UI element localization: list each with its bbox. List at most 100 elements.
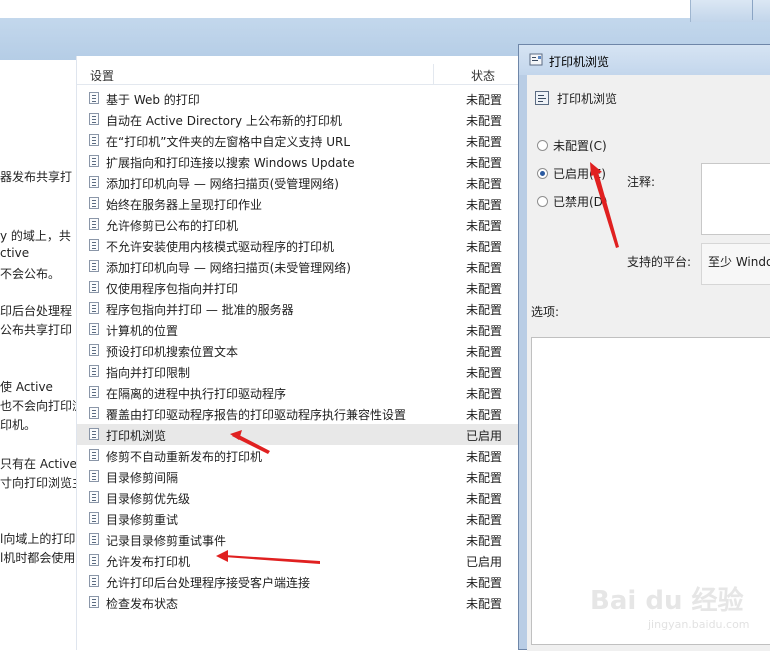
policy-setting-icon <box>89 554 99 566</box>
policy-row[interactable]: 修剪不自动重新发布的打印机 未配置 <box>77 445 521 466</box>
policy-icon <box>529 53 543 66</box>
policy-row[interactable]: 添加打印机向导 — 网络扫描页(受管理网络) 未配置 <box>77 172 521 193</box>
policy-row-name: 检查发布状态 <box>106 597 179 611</box>
baidu-watermark: Bai du 经验 jingyan.baidu.com <box>588 580 770 650</box>
radio-not-configured[interactable]: 未配置(C) <box>537 137 607 155</box>
red-arrow-allow-publish <box>216 550 320 564</box>
policy-setting-icon <box>89 197 99 209</box>
policy-row-status: 未配置 <box>466 324 503 338</box>
description-line: 器发布共享打 <box>0 170 73 184</box>
policy-row-name: 允许发布打印机 <box>106 555 191 569</box>
policy-row[interactable]: 始终在服务器上呈现打印作业 未配置 <box>77 193 521 214</box>
policy-row[interactable]: 基于 Web 的打印 未配置 <box>77 88 521 109</box>
policy-row[interactable]: 目录修剪优先级 未配置 <box>77 487 521 508</box>
policy-row-name: 计算机的位置 <box>106 324 179 338</box>
description-line: 也不会向打印浏 <box>0 399 76 413</box>
policy-row[interactable]: 程序包指向并打印 — 批准的服务器 未配置 <box>77 298 521 319</box>
policy-setting-icon <box>89 344 99 356</box>
policy-row-status: 未配置 <box>466 135 503 149</box>
policy-row[interactable]: 允许打印后台处理程序接受客户端连接 未配置 <box>77 571 521 592</box>
policy-row-status: 未配置 <box>466 303 503 317</box>
description-line: 使 Active <box>0 380 53 394</box>
policy-row[interactable]: 记录目录修剪重试事件 未配置 <box>77 529 521 550</box>
column-header-setting[interactable]: 设置 <box>90 67 114 84</box>
policy-row[interactable]: 目录修剪重试 未配置 <box>77 508 521 529</box>
policy-row-name: 预设打印机搜索位置文本 <box>106 345 239 359</box>
radio-enabled-circle[interactable] <box>537 168 548 179</box>
policy-row-name: 在“打印机”文件夹的左窗格中自定义支持 URL <box>106 135 351 149</box>
policy-setting-icon <box>89 239 99 251</box>
policy-setting-icon <box>89 92 99 104</box>
policy-row[interactable]: 目录修剪间隔 未配置 <box>77 466 521 487</box>
policy-setting-icon <box>89 428 99 440</box>
policy-row[interactable]: 仅使用程序包指向并打印 未配置 <box>77 277 521 298</box>
supported-platform-label: 支持的平台: <box>627 255 692 269</box>
setting-policy-icon <box>535 91 549 105</box>
policy-row-name: 始终在服务器上呈现打印作业 <box>106 198 263 212</box>
policy-row[interactable]: 覆盖由打印驱动程序报告的打印驱动程序执行兼容性设置 未配置 <box>77 403 521 424</box>
policy-row-status: 未配置 <box>466 366 503 380</box>
description-line: y 的域上，共 <box>0 229 71 243</box>
policy-setting-icon <box>89 302 99 314</box>
policy-row[interactable]: 扩展指向和打印连接以搜索 Windows Update 未配置 <box>77 151 521 172</box>
column-divider[interactable] <box>433 64 434 84</box>
policy-row[interactable]: 允许修剪已公布的打印机 未配置 <box>77 214 521 235</box>
description-line: 印后台处理程 <box>0 304 73 318</box>
radio-not-configured-label[interactable]: 未配置(C) <box>553 139 607 153</box>
policy-row-name: 扩展指向和打印连接以搜索 Windows Update <box>106 156 355 170</box>
background-window-divider <box>752 0 753 20</box>
policy-row-status: 未配置 <box>466 450 503 464</box>
policy-row-status: 未配置 <box>466 93 503 107</box>
policy-row[interactable]: 自动在 Active Directory 上公布新的打印机 未配置 <box>77 109 521 130</box>
policy-row-status: 未配置 <box>466 534 503 548</box>
policy-setting-icon <box>89 575 99 587</box>
description-line: 印机。 <box>0 418 37 432</box>
description-line: ctive <box>0 246 30 260</box>
policy-setting-icon <box>89 260 99 272</box>
policy-row-name: 指向并打印限制 <box>106 366 191 380</box>
policy-row[interactable]: 检查发布状态 未配置 <box>77 592 521 613</box>
policy-row-status: 未配置 <box>466 492 503 506</box>
policy-row-status: 未配置 <box>466 387 503 401</box>
comment-label: 注释: <box>627 175 656 189</box>
supported-platform-value: 至少 Windo <box>708 255 770 269</box>
policy-row-name: 允许修剪已公布的打印机 <box>106 219 239 233</box>
policy-row[interactable]: 预设打印机搜索位置文本 未配置 <box>77 340 521 361</box>
policy-setting-icon <box>89 218 99 230</box>
policy-row-name: 自动在 Active Directory 上公布新的打印机 <box>106 114 342 128</box>
policy-row-status: 未配置 <box>466 261 503 275</box>
policy-row[interactable]: 计算机的位置 未配置 <box>77 319 521 340</box>
policy-row[interactable]: 在隔离的进程中执行打印驱动程序 未配置 <box>77 382 521 403</box>
policy-row[interactable]: 不允许安装使用内核模式驱动程序的打印机 未配置 <box>77 235 521 256</box>
policy-row-status: 未配置 <box>466 156 503 170</box>
policy-row[interactable]: 在“打印机”文件夹的左窗格中自定义支持 URL 未配置 <box>77 130 521 151</box>
supported-platform-box: 至少 Windo <box>701 243 770 285</box>
policy-row-name: 添加打印机向导 — 网络扫描页(受管理网络) <box>106 177 339 191</box>
policy-row[interactable]: 指向并打印限制 未配置 <box>77 361 521 382</box>
comment-textarea[interactable] <box>701 163 770 235</box>
policy-row-name: 记录目录修剪重试事件 <box>106 534 227 548</box>
policy-row-status: 未配置 <box>466 198 503 212</box>
red-arrow-enabled-radio <box>590 162 619 248</box>
policy-row-status: 未配置 <box>466 114 503 128</box>
dialog-body: 打印机浏览 未配置(C) 已启用(E) 已禁用(D) 注释: 支持的平台: 至少… <box>527 75 770 651</box>
policy-setting-icon <box>89 134 99 146</box>
radio-disabled-circle[interactable] <box>537 196 548 207</box>
policy-row-name: 目录修剪重试 <box>106 513 179 527</box>
description-pane: 器发布共享打 y 的域上，共 ctive 不会公布。 印后台处理程 公布共享打印使 Act… <box>0 60 76 650</box>
policy-row-status: 未配置 <box>466 240 503 254</box>
policy-row[interactable]: 打印机浏览 已启用 <box>77 424 521 445</box>
policy-row-status: 未配置 <box>466 345 503 359</box>
policy-row[interactable]: 添加打印机向导 — 网络扫描页(未受管理网络) 未配置 <box>77 256 521 277</box>
description-line: l机时都会使用 <box>0 551 76 565</box>
column-header-status[interactable]: 状态 <box>471 67 495 84</box>
policy-setting-icon <box>89 596 99 608</box>
policy-row-status: 已启用 <box>466 429 503 443</box>
policy-row-status: 未配置 <box>466 177 503 191</box>
background-window-edge <box>690 0 770 22</box>
policy-row-name: 目录修剪间隔 <box>106 471 179 485</box>
dialog-titlebar[interactable]: 打印机浏览 <box>519 45 770 75</box>
policy-row-status: 未配置 <box>466 408 503 422</box>
radio-not-configured-circle[interactable] <box>537 140 548 151</box>
policy-setting-icon <box>89 533 99 545</box>
